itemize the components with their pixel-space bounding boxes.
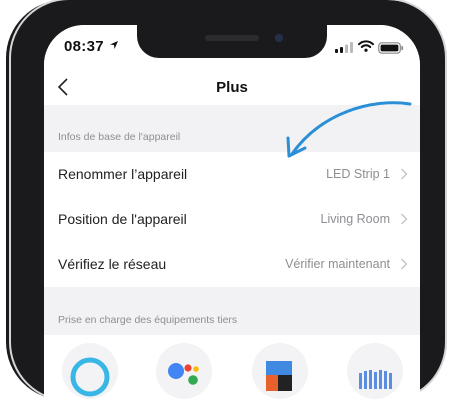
location-arrow-icon <box>110 41 118 49</box>
phone-screen: 08:37 Plus Infos de base de l'appareil R… <box>44 25 420 405</box>
device-location-value: Living Room <box>320 212 390 226</box>
check-network-label: Vérifiez le réseau <box>58 256 167 272</box>
alexa-icon[interactable] <box>62 343 118 399</box>
check-network-row[interactable]: Vérifiez le réseau Vérifier maintenant <box>44 242 420 287</box>
page-title: Plus <box>216 79 248 96</box>
signal-icon <box>335 42 353 53</box>
device-location-label: Position de l'appareil <box>58 211 187 227</box>
device-location-row[interactable]: Position de l'appareil Living Room <box>44 197 420 242</box>
annotation-arrow-icon <box>286 101 412 158</box>
wifi-icon <box>358 40 374 52</box>
smartthings-icon[interactable] <box>252 343 308 399</box>
chevron-right-icon <box>401 168 408 180</box>
section-header-third-party: Prise en charge des équipements tiers <box>58 314 238 326</box>
front-camera <box>275 34 283 42</box>
check-now-value: Vérifier maintenant <box>285 257 390 271</box>
rename-device-label: Renommer l’appareil <box>58 166 188 182</box>
status-time: 08:37 <box>64 38 104 55</box>
chevron-right-icon <box>401 258 408 270</box>
phone-notch <box>137 25 327 58</box>
earpiece-speaker <box>205 35 259 41</box>
section-header-basic-info: Infos de base de l'appareil <box>58 131 181 143</box>
chevron-right-icon <box>401 213 408 225</box>
device-info-list: Renommer l’appareil LED Strip 1 Position… <box>44 152 420 287</box>
google-assistant-icon[interactable] <box>156 343 212 399</box>
battery-icon <box>378 42 404 54</box>
audio-wave-icon[interactable] <box>347 343 403 399</box>
device-name-value: LED Strip 1 <box>326 167 390 181</box>
third-party-services <box>44 335 420 405</box>
